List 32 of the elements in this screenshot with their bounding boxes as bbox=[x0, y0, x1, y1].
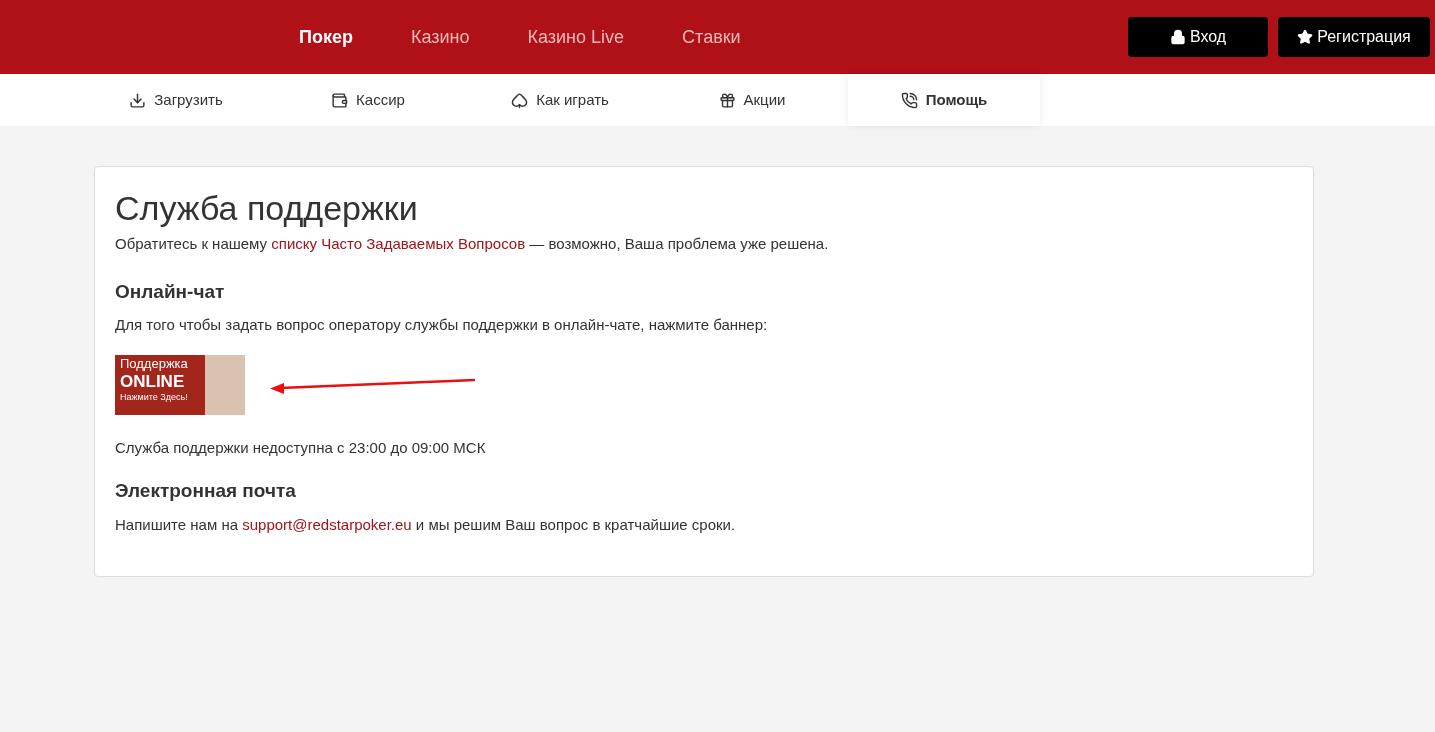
nav-link[interactable]: Казино bbox=[401, 23, 479, 51]
email-text: Напишите нам на support@redstarpoker.eu и мы решим Ваш вопрос в кратчайшие сроки. bbox=[115, 514, 737, 535]
page-title: Служба поддержки bbox=[115, 188, 419, 229]
star-icon bbox=[1297, 29, 1314, 45]
nav-link[interactable]: Ставки bbox=[673, 23, 750, 51]
download-icon bbox=[129, 91, 147, 109]
hours-text: Служба поддержки недоступна с 23:00 до 09:00 МСК bbox=[115, 437, 487, 458]
intro-text: Обратитесь к нашему списку Часто Задаваемых Вопросов — возможно, Ваша проблема уже решена. bbox=[115, 234, 830, 254]
banner-text: Поддержка bbox=[120, 356, 188, 370]
sub-nav-tab[interactable]: Как играть bbox=[464, 74, 656, 126]
wallet-icon bbox=[331, 91, 349, 109]
section-heading: Электронная почта bbox=[115, 479, 297, 503]
banner-text: ONLINE bbox=[120, 372, 186, 390]
photo-placeholder bbox=[205, 354, 245, 415]
cards-icon bbox=[511, 91, 529, 109]
sub-nav-tab[interactable]: Кассир bbox=[272, 74, 464, 126]
support-banner[interactable]: Поддержка ONLINE Нажмите Здесь! bbox=[115, 354, 245, 415]
email-link[interactable]: support@redstarpoker.eu bbox=[242, 515, 412, 533]
support-icon bbox=[900, 91, 918, 109]
faq-link[interactable]: списку Часто Задаваемых Вопросов bbox=[271, 235, 526, 252]
sub-nav-tab[interactable]: Загрузить bbox=[80, 74, 272, 126]
login-button[interactable]: Вход bbox=[1128, 17, 1268, 57]
chat-text: Для того чтобы задать вопрос оператору службы поддержки в онлайн-чате, нажмите баннер: bbox=[115, 315, 769, 335]
register-button[interactable]: Регистрация bbox=[1278, 17, 1430, 57]
nav-link[interactable]: Покер bbox=[290, 23, 362, 51]
nav-link[interactable]: Казино Live bbox=[518, 23, 634, 51]
sub-nav-tab[interactable]: Помощь bbox=[848, 74, 1040, 126]
lock-icon bbox=[1169, 29, 1186, 45]
section-heading: Онлайн-чат bbox=[115, 279, 226, 304]
sub-nav-tab[interactable]: Акции bbox=[656, 74, 848, 126]
gift-icon bbox=[718, 91, 736, 109]
banner-text: Нажмите Здесь! bbox=[120, 392, 188, 402]
